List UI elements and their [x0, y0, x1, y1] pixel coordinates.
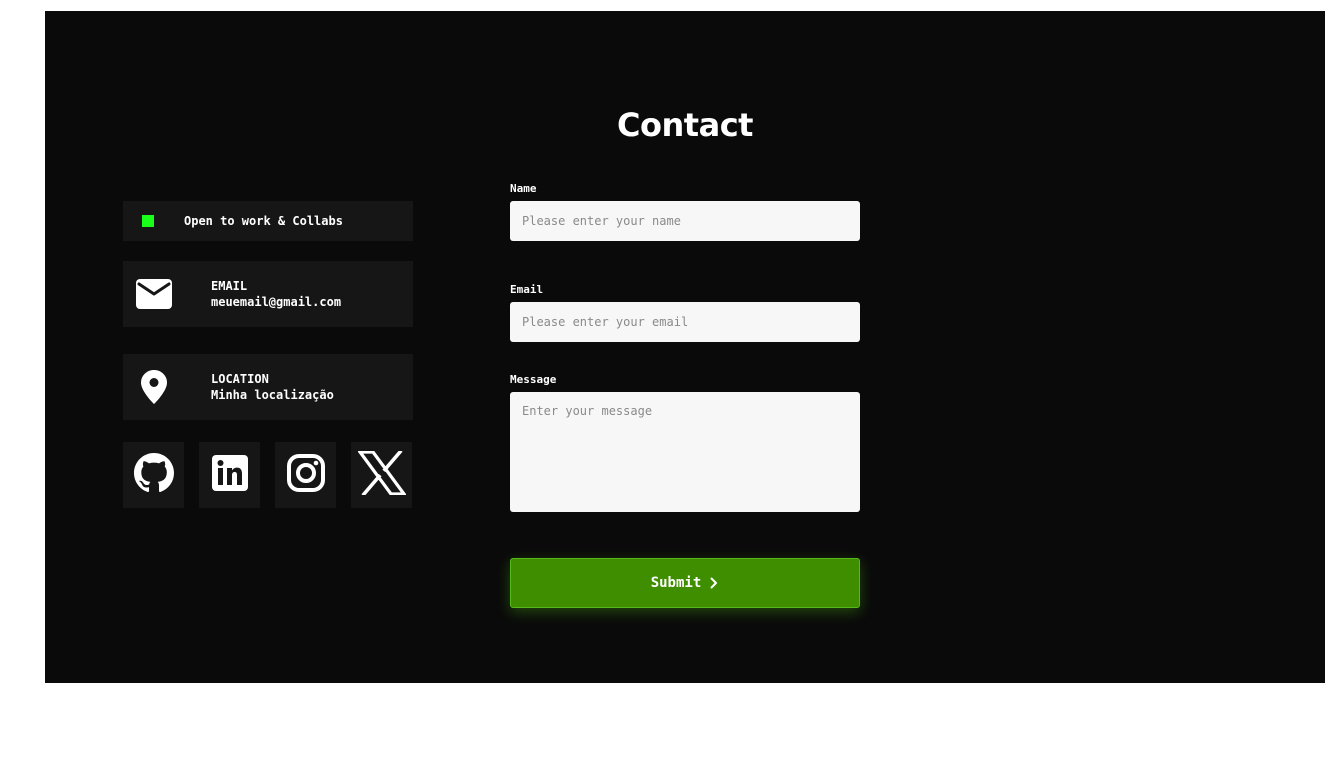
status-indicator [142, 215, 154, 227]
location-label: LOCATION [211, 372, 269, 386]
instagram-link[interactable] [275, 442, 336, 508]
linkedin-icon [211, 454, 248, 496]
email-label-field: Email [510, 283, 544, 296]
x-twitter-icon [356, 448, 407, 500]
github-icon [133, 452, 174, 498]
name-label: Name [510, 182, 537, 195]
name-input[interactable] [510, 201, 860, 241]
envelope-icon [136, 276, 172, 312]
map-pin-icon [136, 369, 172, 405]
page-title: Contact [617, 106, 753, 144]
x-link[interactable] [351, 442, 412, 508]
status-text: Open to work & Collabs [184, 214, 343, 228]
location-info: LOCATION Minha localização [211, 371, 334, 403]
contact-section: Contact Open to work & Collabs EMAIL meu… [45, 11, 1325, 683]
email-value: meuemail@gmail.com [211, 295, 342, 309]
location-value: Minha localização [211, 388, 334, 402]
email-label: EMAIL [211, 279, 248, 293]
linkedin-link[interactable] [199, 442, 260, 508]
chevron-right-icon [709, 577, 719, 589]
location-card: LOCATION Minha localização [123, 354, 413, 420]
submit-label: Submit [650, 575, 702, 591]
email-input[interactable] [510, 302, 860, 342]
message-textarea[interactable] [510, 392, 860, 512]
email-info: EMAIL meuemail@gmail.com [211, 278, 341, 310]
github-link[interactable] [123, 442, 184, 508]
message-label: Message [510, 373, 557, 386]
availability-card: Open to work & Collabs [123, 201, 413, 241]
social-links [123, 442, 412, 508]
email-card: EMAIL meuemail@gmail.com [123, 261, 413, 327]
instagram-icon [286, 453, 326, 498]
submit-button[interactable]: Submit [510, 558, 860, 608]
